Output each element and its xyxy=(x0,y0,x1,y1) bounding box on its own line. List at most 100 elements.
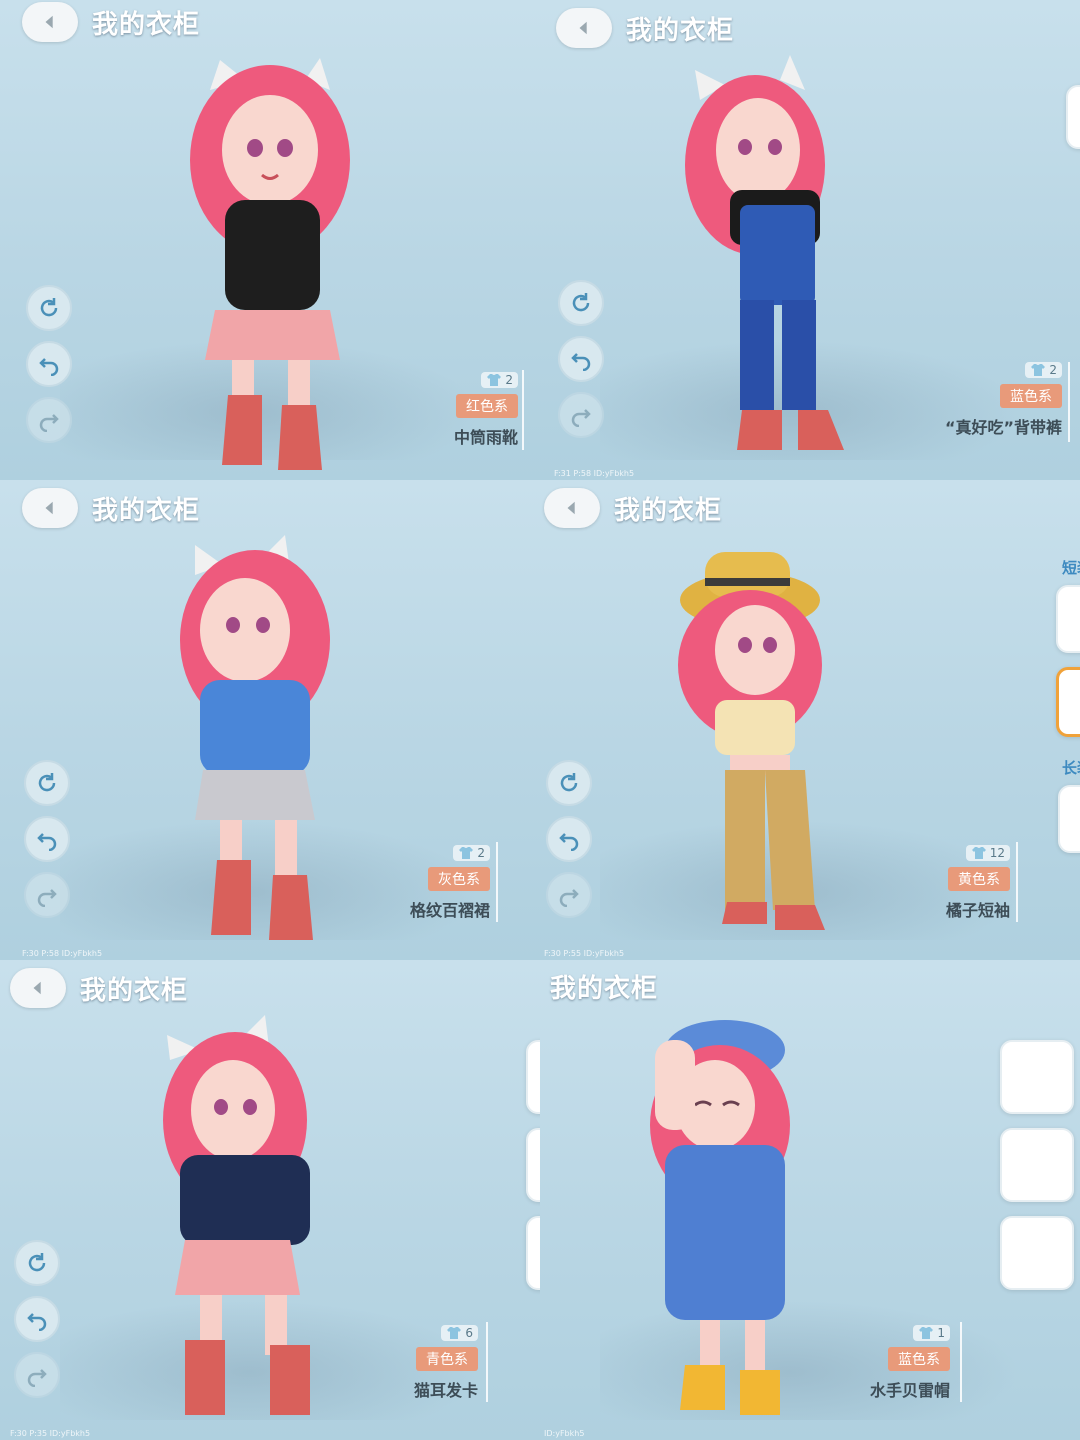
back-button[interactable] xyxy=(556,8,612,48)
chevron-left-icon xyxy=(45,501,53,515)
rotate-icon xyxy=(40,298,58,317)
likes-count: 12 xyxy=(989,846,1005,860)
top-bar: 我的衣柜 xyxy=(544,488,722,528)
likes-count: 1 xyxy=(937,1326,945,1340)
outfit-strip xyxy=(1056,585,1080,737)
clothes-icon xyxy=(919,1327,934,1339)
back-button[interactable] xyxy=(22,2,78,42)
color-tag: 灰色系 xyxy=(428,867,490,891)
rotate-icon xyxy=(28,1253,46,1272)
back-button[interactable] xyxy=(544,488,600,528)
chevron-left-icon xyxy=(567,501,575,515)
chevron-left-icon xyxy=(33,981,41,995)
redo-icon xyxy=(37,889,57,907)
outfit-thumbnail[interactable] xyxy=(1000,1040,1074,1114)
back-button[interactable] xyxy=(22,488,78,528)
debug-info: ID:yFbkh5 xyxy=(544,1429,585,1438)
outfit-thumbnail[interactable] xyxy=(526,1216,540,1290)
page-title: 我的衣柜 xyxy=(550,974,659,1004)
redo-button[interactable] xyxy=(24,872,70,918)
wardrobe-panel-3: 我的衣柜 2 灰色系 格纹百褶裙 F:30 P:58 ID:yFbkh5 xyxy=(0,480,540,960)
outfit-strip xyxy=(1000,1040,1074,1290)
likes-badge: 2 xyxy=(1025,362,1062,378)
likes-count: 6 xyxy=(465,1326,473,1340)
item-info: 2 红色系 中筒雨靴 xyxy=(454,372,518,448)
rotate-icon xyxy=(572,293,590,312)
redo-icon xyxy=(39,414,59,432)
rotate-button[interactable] xyxy=(546,760,592,806)
undo-button[interactable] xyxy=(14,1296,60,1342)
outfit-thumbnail[interactable] xyxy=(526,1128,540,1202)
item-name: 水手贝雷帽 xyxy=(869,1381,950,1400)
undo-button[interactable] xyxy=(24,816,70,862)
redo-button[interactable] xyxy=(558,392,604,438)
info-divider xyxy=(522,370,524,450)
item-info: 6 青色系 猫耳发卡 xyxy=(414,1325,478,1401)
outfit-thumbnail[interactable] xyxy=(1058,785,1080,853)
redo-icon xyxy=(27,1369,47,1387)
rotate-button[interactable] xyxy=(24,760,70,806)
debug-info: F:30 P:55 ID:yFbkh5 xyxy=(544,949,625,958)
redo-button[interactable] xyxy=(14,1352,60,1398)
outfit-thumbnail[interactable] xyxy=(1000,1128,1074,1202)
redo-icon xyxy=(559,889,579,907)
outfit-thumbnail-selected[interactable] xyxy=(1056,667,1080,737)
undo-button[interactable] xyxy=(546,816,592,862)
rotate-icon xyxy=(560,773,578,792)
chevron-left-icon xyxy=(579,21,587,35)
color-tag: 黄色系 xyxy=(948,867,1010,891)
item-info: 1 蓝色系 水手贝雷帽 xyxy=(870,1325,950,1401)
likes-badge: 2 xyxy=(481,372,518,388)
clothes-icon xyxy=(1031,364,1046,376)
outfit-thumbnail[interactable] xyxy=(1000,1216,1074,1290)
clothes-icon xyxy=(459,847,474,859)
undo-icon xyxy=(37,833,57,851)
debug-info: F:31 P:58 ID:yFbkh5 xyxy=(554,469,635,478)
rotate-button[interactable] xyxy=(26,285,72,331)
undo-button[interactable] xyxy=(558,336,604,382)
outfit-thumbnail[interactable] xyxy=(1056,585,1080,653)
view-controls xyxy=(14,1240,60,1398)
undo-icon xyxy=(571,353,591,371)
top-bar: 我的衣柜 xyxy=(22,488,200,528)
avatar-figure xyxy=(163,1015,310,1415)
wardrobe-panel-2: 我的衣柜 2 蓝色系 “真好吃”背带裤 F:31 P:58 ID:yFbkh5 xyxy=(540,0,1080,480)
category-label-short[interactable]: 短装 xyxy=(1062,557,1080,578)
debug-info: F:30 P:58 ID:yFbkh5 xyxy=(22,949,103,958)
undo-icon xyxy=(39,358,59,376)
wardrobe-panel-1: 我的衣柜 2 红色系 中筒雨靴 xyxy=(0,0,540,480)
wardrobe-panel-4: 我的衣柜 12 黄色系 橘子短袖 F:30 P:55 ID:yFbkh5 短装 … xyxy=(540,480,1080,960)
top-bar: 我的衣柜 xyxy=(556,8,734,48)
page-title: 我的衣柜 xyxy=(80,975,189,1006)
color-tag: 青色系 xyxy=(416,1347,478,1371)
category-label-long[interactable]: 长装 xyxy=(1062,757,1080,778)
avatar-figure xyxy=(180,535,330,940)
info-divider xyxy=(1016,842,1018,922)
rotate-icon xyxy=(38,773,56,792)
likes-badge: 2 xyxy=(453,845,490,861)
info-divider xyxy=(1068,362,1070,442)
undo-button[interactable] xyxy=(26,341,72,387)
avatar-figure xyxy=(650,1020,790,1415)
top-bar: 我的衣柜 xyxy=(550,968,658,1005)
outfit-thumbnail[interactable] xyxy=(526,1040,540,1114)
item-info: 2 蓝色系 “真好吃”背带裤 xyxy=(945,362,1062,438)
redo-button[interactable] xyxy=(546,872,592,918)
rotate-button[interactable] xyxy=(14,1240,60,1286)
likes-count: 2 xyxy=(1049,363,1057,377)
clothes-icon xyxy=(971,847,986,859)
top-bar: 我的衣柜 xyxy=(22,2,200,42)
page-title: 我的衣柜 xyxy=(614,495,723,526)
back-button[interactable] xyxy=(10,968,66,1008)
page-title: 我的衣柜 xyxy=(92,9,201,40)
page-title: 我的衣柜 xyxy=(626,15,735,46)
color-tag: 红色系 xyxy=(456,394,518,418)
rotate-button[interactable] xyxy=(558,280,604,326)
likes-count: 2 xyxy=(477,846,485,860)
chevron-left-icon xyxy=(45,15,53,29)
redo-button[interactable] xyxy=(26,397,72,443)
outfit-thumbnail[interactable] xyxy=(1066,85,1080,149)
view-controls xyxy=(546,760,592,918)
item-name: “真好吃”背带裤 xyxy=(944,418,1062,437)
view-controls xyxy=(558,280,604,438)
